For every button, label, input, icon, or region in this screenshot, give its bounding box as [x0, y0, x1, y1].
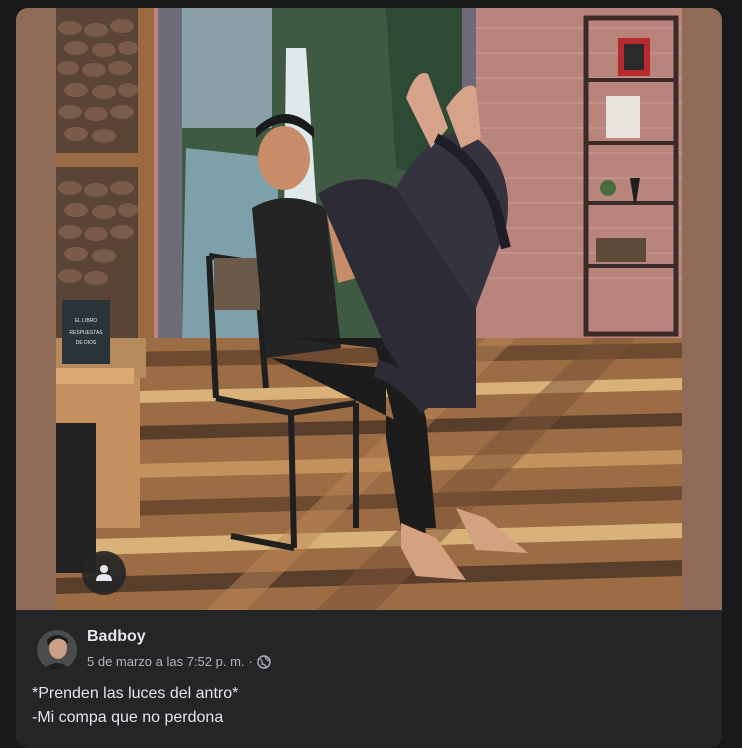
book-cover: EL LIBRO RESPUESTAS DE DIOS [62, 300, 110, 364]
separator: · [248, 654, 253, 669]
photo-tag-button[interactable] [82, 551, 126, 595]
author-avatar[interactable] [37, 630, 77, 670]
wood-beam [56, 153, 138, 167]
curtain [158, 8, 182, 348]
post-timestamp[interactable]: 5 de marzo a las 7:52 p. m. [87, 654, 245, 669]
stone-column [56, 8, 138, 348]
post-caption: *Prenden las luces del antro* -Mi compa … [32, 682, 712, 730]
book-title-3: DE DIOS [76, 340, 97, 346]
post-photo[interactable]: EL LIBRO RESPUESTAS DE DIOS [56, 8, 682, 610]
wood-post [138, 8, 154, 348]
person-icon [96, 565, 112, 581]
post-card: EL LIBRO RESPUESTAS DE DIOS Badboy 5 de … [16, 8, 722, 748]
caption-line-1: *Prenden las luces del antro* [32, 685, 239, 702]
book-title-1: EL LIBRO [75, 318, 97, 324]
side-table [56, 423, 96, 573]
post-meta: Badboy 5 de marzo a las 7:52 p. m. · *Pr… [16, 610, 722, 748]
photo-frame: EL LIBRO RESPUESTAS DE DIOS [16, 8, 722, 610]
globe-icon[interactable] [257, 654, 271, 669]
book-title-2: RESPUESTAS [69, 330, 103, 336]
post-time-row: 5 de marzo a las 7:52 p. m. · [87, 654, 271, 669]
author-name[interactable]: Badboy [87, 628, 146, 646]
caption-line-2: -Mi compa que no perdona [32, 709, 224, 726]
